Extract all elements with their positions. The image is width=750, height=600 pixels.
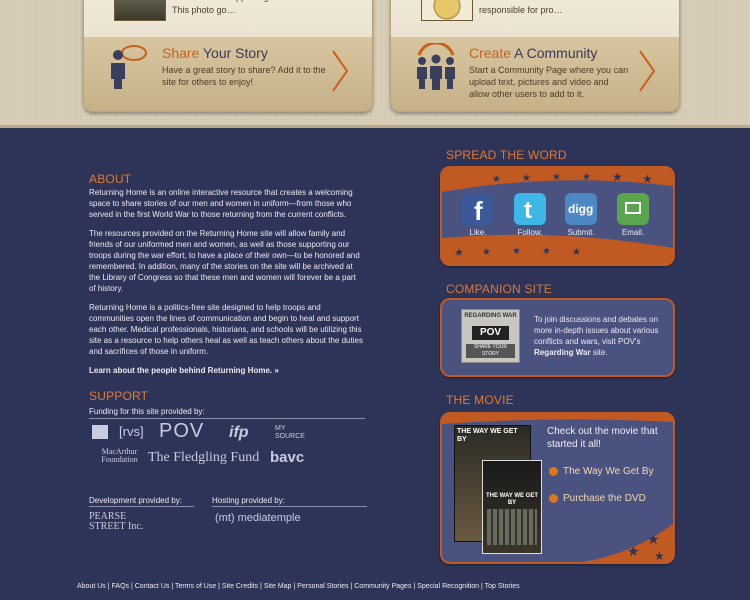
create-community-card[interactable]: a branch of the United States Armed Forc…: [390, 0, 680, 112]
twitter-label[interactable]: Follow.: [510, 228, 550, 237]
chevron-right-icon[interactable]: [637, 49, 657, 98]
svg-text:★: ★: [454, 246, 464, 259]
divider: [89, 506, 194, 507]
svg-text:★: ★: [572, 247, 581, 258]
share-your-story-mark: SHARE YOUR STORY: [466, 344, 515, 358]
svg-text:★: ★: [552, 172, 561, 183]
svg-text:★: ★: [582, 172, 591, 183]
svg-text:★: ★: [512, 246, 521, 257]
pearse-street-logo[interactable]: PEARSE STREET Inc.: [89, 512, 149, 532]
community-group-icon: [411, 41, 461, 98]
email-icon[interactable]: [617, 193, 649, 225]
purchase-dvd-link[interactable]: Purchase the DVD: [549, 493, 646, 504]
funding-label: Funding for this site provided by:: [89, 407, 205, 416]
about-paragraph: Returning Home is an online interactive …: [89, 188, 353, 219]
movie-intro: Check out the movie that started it all!: [547, 426, 658, 450]
support-heading: SUPPORT: [89, 389, 149, 403]
divider: [89, 418, 365, 419]
facebook-label[interactable]: Like.: [458, 228, 498, 237]
email-label[interactable]: Email.: [613, 228, 653, 237]
svg-text:★: ★: [522, 173, 531, 184]
footer-link-about[interactable]: About Us: [77, 583, 106, 590]
about-heading: ABOUT: [89, 172, 132, 186]
mediatemple-logo[interactable]: (mt) mediatemple: [215, 512, 301, 524]
regarding-war-link[interactable]: Regarding War: [534, 348, 591, 357]
footer-link-credits[interactable]: Site Credits: [222, 583, 258, 590]
dvd-title: THE WAY WE GET BY: [485, 493, 538, 506]
footer-link-contact[interactable]: Contact Us: [135, 583, 170, 590]
about-section: Returning Home is an online interactive …: [89, 187, 364, 384]
speaking-person-icon: [104, 43, 154, 98]
divider: [212, 506, 367, 507]
development-label: Development provided by:: [89, 496, 182, 505]
footer-link-community-pages[interactable]: Community Pages: [354, 583, 411, 590]
svg-text:★: ★: [654, 549, 665, 562]
hosting-label: Hosting provided by:: [212, 496, 285, 505]
pov-logo[interactable]: POV: [159, 420, 204, 443]
svg-text:★: ★: [612, 170, 623, 184]
facebook-icon[interactable]: f: [461, 193, 493, 225]
about-paragraph: Returning Home is a politics-free site d…: [89, 303, 363, 356]
footer-link-faqs[interactable]: FAQs: [112, 583, 130, 590]
dvd-photo-grid: [487, 509, 537, 545]
rvs-logo[interactable]: [rvs]: [119, 424, 144, 439]
companion-heading: COMPANION SITE: [446, 282, 552, 296]
community-snippet: a branch of the United States Armed Forc…: [479, 0, 654, 15]
movie-heading: THE MOVIE: [446, 393, 514, 407]
regarding-war-logo[interactable]: REGARDING WAR POV SHARE YOUR STORY: [461, 309, 520, 363]
create-community-title[interactable]: Create A Community: [469, 45, 597, 61]
pov-mark: POV: [472, 326, 509, 340]
regarding-war-logo-text: REGARDING WAR: [464, 313, 517, 319]
chevron-right-icon[interactable]: [330, 49, 350, 98]
share-your-story-description: Have a great story to share? Add it to t…: [162, 65, 326, 87]
svg-text:★: ★: [627, 544, 640, 560]
ifp-logo[interactable]: ifp: [229, 424, 249, 442]
top-feature-strip: of Americans supporting us and our servi…: [0, 0, 750, 128]
share-your-story-title[interactable]: Share Your Story: [162, 45, 268, 61]
dvd-cover[interactable]: THE WAY WE GET BY: [482, 460, 542, 554]
spread-heading: SPREAD THE WORD: [446, 148, 567, 162]
macarthur-logo[interactable]: MacArthur Foundation: [92, 448, 147, 464]
footer-nav: About Us | FAQs | Contact Us | Terms of …: [77, 583, 520, 590]
poster-title: THE WAY WE GET BY: [457, 428, 518, 443]
footer-link-personal-stories[interactable]: Personal Stories: [297, 583, 348, 590]
the-way-we-get-by-link[interactable]: The Way We Get By: [549, 466, 654, 477]
fledgling-fund-logo[interactable]: The Fledgling Fund: [148, 450, 259, 466]
story-snippet: of Americans supporting us and our servi…: [172, 0, 347, 15]
twitter-icon[interactable]: t: [514, 193, 546, 225]
story-thumbnail[interactable]: [114, 0, 166, 21]
footer-link-special-recognition[interactable]: Special Recognition: [417, 583, 479, 590]
svg-text:★: ★: [542, 246, 551, 257]
footer-link-sitemap[interactable]: Site Map: [264, 583, 292, 590]
bavc-logo[interactable]: bavc: [270, 449, 304, 466]
svg-text:★: ★: [492, 174, 501, 185]
about-people-link[interactable]: Learn about the people behind Returning …: [89, 365, 364, 376]
digg-label[interactable]: Submit.: [561, 228, 601, 237]
share-your-story-card[interactable]: of Americans supporting us and our servi…: [83, 0, 373, 112]
medal-thumbnail[interactable]: [421, 0, 473, 21]
cpb-logo[interactable]: [92, 425, 108, 439]
svg-text:★: ★: [482, 247, 491, 258]
orange-bullet-icon: [549, 493, 558, 503]
svg-text:★: ★: [647, 532, 660, 548]
footer-link-terms[interactable]: Terms of Use: [175, 583, 216, 590]
companion-text: To join discussions and debates on more …: [534, 315, 659, 357]
svg-text:★: ★: [642, 172, 653, 186]
create-community-description: Start a Community Page where you can upl…: [469, 65, 629, 99]
footer-link-top-stories[interactable]: Top Stories: [485, 583, 520, 590]
digg-icon[interactable]: digg: [565, 193, 597, 225]
orange-bullet-icon: [549, 466, 558, 476]
mysource-logo[interactable]: MY SOURCE: [275, 425, 315, 441]
about-paragraph: The resources provided on the Returning …: [89, 229, 360, 293]
